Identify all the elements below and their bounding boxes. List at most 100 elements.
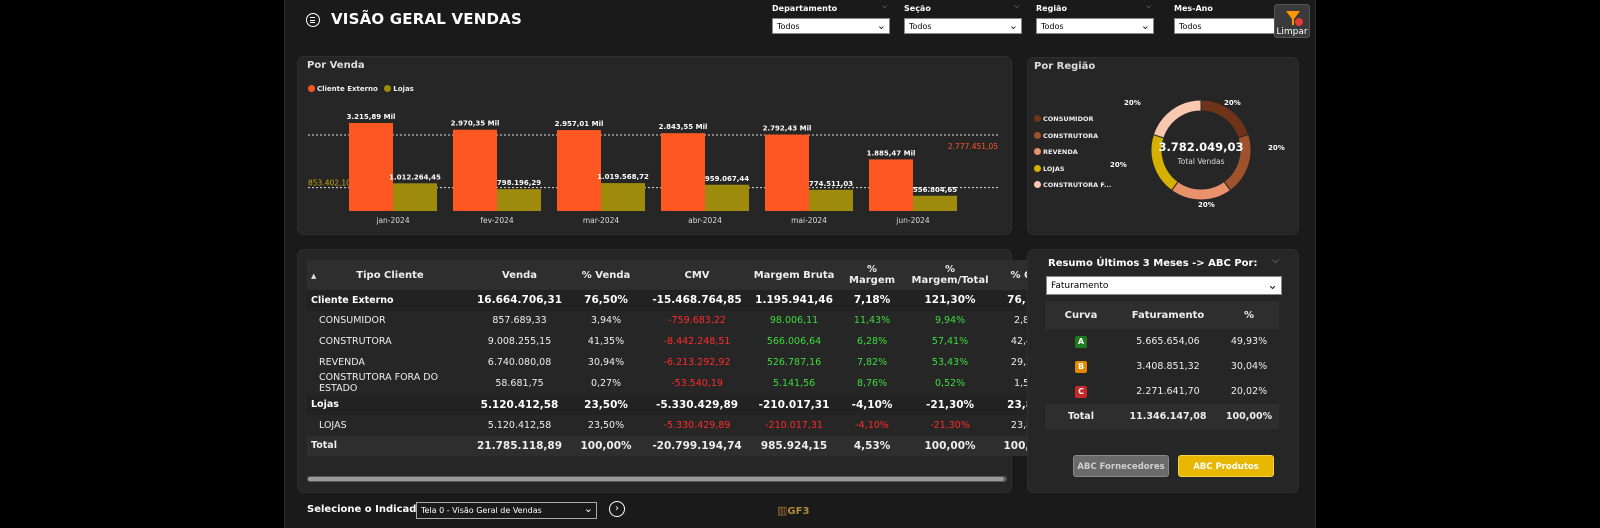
chart-legend: Cliente Externo Lojas xyxy=(308,85,414,93)
sort-asc-icon[interactable]: ▲ xyxy=(311,272,316,280)
table-cell: 6.740.080,08 xyxy=(473,351,567,373)
data-label: 2.792,43 Mil xyxy=(763,125,812,133)
donut-slice[interactable] xyxy=(1152,99,1202,139)
data-label: 1.012.264,45 xyxy=(389,173,441,181)
table-cell: CONSUMIDOR xyxy=(307,310,473,332)
legend-dot-icon xyxy=(1034,164,1041,172)
bar-cliente-externo xyxy=(349,123,393,211)
table-row[interactable]: Cliente Externo 16.664.706,31 76,50% -15.46… xyxy=(307,290,1063,311)
bar-lojas xyxy=(601,183,645,211)
table-cell: 5.120.412,58 xyxy=(473,414,567,436)
indicator-value: Tela 0 - Visão Geral de Vendas xyxy=(421,506,542,515)
table-cell: 57,41% xyxy=(904,331,997,352)
x-tick-label: fev-2024 xyxy=(480,216,514,225)
abc-cell: 20,02% xyxy=(1219,379,1279,404)
slice-label: 20% xyxy=(1198,201,1215,209)
go-arrow-icon[interactable]: › xyxy=(609,501,625,517)
abc-curve-cell: B xyxy=(1045,354,1117,379)
abc-fornecedores-button[interactable]: ABC Fornecedores xyxy=(1073,455,1169,477)
x-tick-label: jan-2024 xyxy=(375,216,409,225)
logo-text: GF3 xyxy=(787,506,810,517)
table-cell: 985.924,15 xyxy=(748,435,841,457)
curve-badge-icon: A xyxy=(1075,335,1087,348)
bar-lojas xyxy=(497,189,541,211)
page-title: VISÃO GERAL VENDAS xyxy=(331,10,522,28)
table-cell: Cliente Externo xyxy=(307,290,473,311)
table-cell: 1.195.941,46 xyxy=(748,290,841,311)
slice-label: 20% xyxy=(1110,161,1127,169)
table-cell: 23,50% xyxy=(566,414,647,436)
table-cell: 76,50% xyxy=(566,290,647,311)
donut-slice[interactable] xyxy=(1170,180,1232,201)
legend-dot-icon xyxy=(384,85,392,92)
col-header[interactable]: Margem Bruta xyxy=(748,260,841,290)
table-row[interactable]: Lojas 5.120.412,58 23,50% -5.330.429,89 -210… xyxy=(307,394,1063,415)
chevron-down-icon: ⌄ xyxy=(1008,19,1018,32)
chevron-down-icon[interactable]: ⌵ xyxy=(1014,2,1019,11)
slice-label: 20% xyxy=(1268,144,1285,152)
legend-item-cliente-externo[interactable]: Cliente Externo xyxy=(308,85,378,93)
indicator-select[interactable]: Tela 0 - Visão Geral de Vendas ⌄ xyxy=(416,502,597,519)
legend-dot-icon xyxy=(1034,131,1041,139)
abc-total-cell: 11.346.147,08 xyxy=(1117,404,1219,429)
table-cell: 6,28% xyxy=(840,331,905,352)
table-cell: -8.442.248,51 xyxy=(646,331,749,352)
table-cell: 566.006,64 xyxy=(748,331,841,352)
table-cell: -210.017,31 xyxy=(748,414,841,436)
chevron-down-icon[interactable]: ⌵ xyxy=(1146,2,1151,11)
menu-icon[interactable] xyxy=(306,13,320,27)
por-venda-title: Por Venda xyxy=(307,60,365,71)
legend-label: CONSTRUTORA xyxy=(1043,131,1099,140)
data-label: 2.843,55 Mil xyxy=(659,123,708,131)
legend-item-lojas[interactable]: Lojas xyxy=(384,85,414,93)
bar-lojas xyxy=(809,189,853,211)
filter-label: Departamento xyxy=(772,4,838,13)
abc-col-curva: Curva xyxy=(1045,301,1117,329)
table-cell: -21,30% xyxy=(904,414,997,436)
col-header[interactable]: CMV xyxy=(646,260,749,290)
table-cell: 98.006,11 xyxy=(748,310,841,332)
col-header[interactable]: % Margem xyxy=(840,260,905,290)
filter-value: Todos xyxy=(1041,22,1064,31)
table-cell: 857.689,33 xyxy=(473,310,567,332)
abc-curve-cell: A xyxy=(1045,329,1117,354)
x-tick-label: mar-2024 xyxy=(583,216,620,225)
data-label: 798.196,29 xyxy=(497,179,541,187)
chevron-down-icon[interactable]: ⌵ xyxy=(882,2,887,11)
table-row[interactable]: LOJAS 5.120.412,58 23,50% -5.330.429,89 -210… xyxy=(307,414,1063,436)
filter-select[interactable]: Todos ⌄ xyxy=(772,18,890,34)
data-label: 2.970,35 Mil xyxy=(451,120,500,128)
abc-row[interactable]: A 5.665.654,06 49,93% xyxy=(1045,329,1279,354)
table-row[interactable]: REVENDA 6.740.080,08 30,94% -6.213.292,92 52… xyxy=(307,351,1063,373)
table-header-row: Tipo Cliente Venda% Venda CMV Margem Bruta%… xyxy=(307,260,1063,290)
table-row[interactable]: CONSTRUTORA 9.008.255,15 41,35% -8.442.248,… xyxy=(307,331,1063,352)
table-row[interactable]: CONSTRUTORA FORA DO ESTADO 58.681,75 0,27%… xyxy=(307,372,1063,395)
table-cell: CONSTRUTORA FORA DO ESTADO xyxy=(307,372,473,395)
chevron-down-icon: ⌄ xyxy=(1140,19,1150,32)
table-cell: -210.017,31 xyxy=(748,394,841,415)
abc-produtos-button[interactable]: ABC Produtos xyxy=(1178,455,1274,477)
col-header[interactable]: Tipo Cliente xyxy=(307,260,473,290)
filter-label: Seção xyxy=(904,4,931,13)
abc-row[interactable]: C 2.271.641,70 20,02% xyxy=(1045,379,1279,404)
table-row[interactable]: CONSUMIDOR 857.689,33 3,94% -759.683,22 98.0… xyxy=(307,310,1063,332)
abc-cell: 30,04% xyxy=(1219,354,1279,379)
table-cell: 7,18% xyxy=(840,290,905,311)
data-label: 1.019.568,72 xyxy=(597,173,649,181)
col-header[interactable]: Venda xyxy=(473,260,567,290)
table-cell: 16.664.706,31 xyxy=(473,290,567,311)
col-header[interactable]: % Venda xyxy=(566,260,647,290)
filter-select[interactable]: Todos ⌄ xyxy=(1036,18,1154,34)
logo-mark-icon: ▥ xyxy=(777,504,788,517)
abc-row[interactable]: B 3.408.851,32 30,04% xyxy=(1045,354,1279,379)
horizontal-scrollbar[interactable] xyxy=(307,476,1007,482)
clear-filters-button[interactable]: Limpar xyxy=(1274,4,1310,38)
table-row[interactable]: Total 21.785.118,89 100,00% -20.799.194,74 9… xyxy=(307,435,1063,457)
abc-criteria-select[interactable]: Faturamento ⌄ xyxy=(1046,276,1282,295)
filter-select[interactable]: Todos ⌄ xyxy=(904,18,1022,34)
col-header[interactable]: % Margem/Total xyxy=(904,260,997,290)
table-cell: LOJAS xyxy=(307,414,473,436)
legend-label: Cliente Externo xyxy=(317,85,378,93)
chevron-down-icon[interactable]: ⌵ xyxy=(1272,256,1279,266)
scrollbar-thumb[interactable] xyxy=(308,477,1004,481)
